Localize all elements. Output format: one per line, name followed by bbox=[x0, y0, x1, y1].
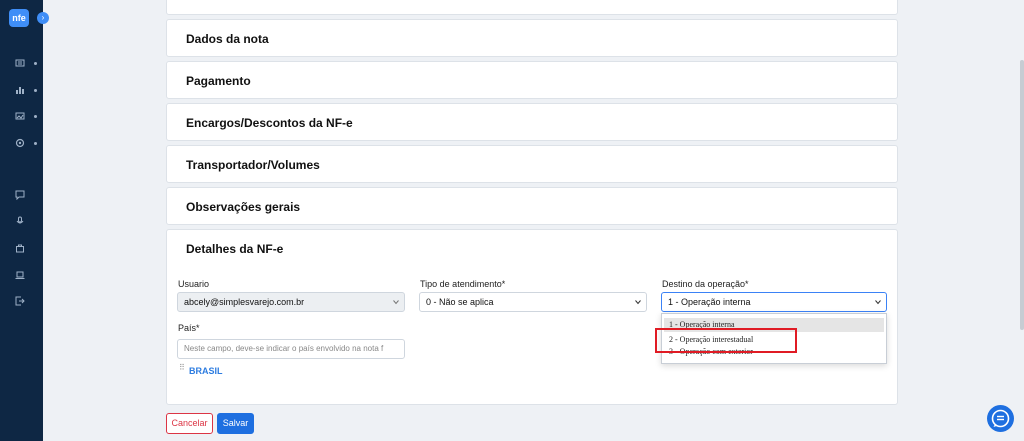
tipo-atendimento-label: Tipo de atendimento* bbox=[420, 279, 506, 289]
sidebar-toggle-button[interactable]: › bbox=[37, 12, 49, 24]
destino-operacao-label: Destino da operação* bbox=[662, 279, 749, 289]
save-button[interactable]: Salvar bbox=[217, 413, 254, 434]
nav-dot bbox=[34, 142, 37, 145]
pais-selected-tag[interactable]: BRASIL bbox=[189, 366, 223, 376]
usuario-select[interactable]: abcely@simplesvarejo.com.br bbox=[177, 292, 405, 312]
section-title: Encargos/Descontos da NF-e bbox=[186, 116, 353, 130]
cancel-button[interactable]: Cancelar bbox=[166, 413, 213, 434]
section-title: Pagamento bbox=[186, 74, 251, 88]
settings-icon[interactable] bbox=[15, 138, 25, 148]
destino-operacao-value: 1 - Operação interna bbox=[668, 297, 751, 307]
scrollbar-thumb[interactable] bbox=[1020, 60, 1024, 330]
section-pagamento[interactable]: Pagamento bbox=[166, 61, 898, 99]
usuario-label: Usuario bbox=[178, 279, 210, 289]
microphone-icon[interactable] bbox=[15, 216, 25, 226]
sidebar: nfe bbox=[0, 0, 43, 441]
destino-operacao-select[interactable]: 1 - Operação interna bbox=[661, 292, 887, 312]
chart-icon[interactable] bbox=[15, 85, 25, 95]
message-icon[interactable] bbox=[15, 190, 25, 200]
section-title: Dados da nota bbox=[186, 32, 269, 46]
section-title: Observações gerais bbox=[186, 200, 301, 214]
section-transportador-volumes[interactable]: Transportador/Volumes bbox=[166, 145, 898, 183]
tipo-atendimento-select[interactable]: 0 - Não se aplica bbox=[419, 292, 647, 312]
list-icon[interactable] bbox=[15, 58, 25, 68]
section-title[interactable]: Detalhes da NF-e bbox=[186, 242, 283, 256]
usuario-value: abcely@simplesvarejo.com.br bbox=[184, 297, 305, 307]
tipo-atendimento-value: 0 - Não se aplica bbox=[426, 297, 494, 307]
section-observacoes-gerais[interactable]: Observações gerais bbox=[166, 187, 898, 225]
nav-dot bbox=[34, 115, 37, 118]
section-top-collapsed[interactable] bbox=[166, 0, 898, 15]
highlight-box bbox=[655, 328, 797, 353]
pin-icon: ⠿ bbox=[179, 363, 185, 372]
pais-input[interactable]: Neste campo, deve-se indicar o país envo… bbox=[177, 339, 405, 359]
section-title: Transportador/Volumes bbox=[186, 158, 320, 172]
pais-label: País* bbox=[178, 323, 200, 333]
chat-icon[interactable] bbox=[987, 405, 1014, 432]
chevron-down-icon bbox=[875, 299, 881, 305]
bag-icon[interactable] bbox=[15, 243, 25, 253]
image-icon[interactable] bbox=[15, 111, 25, 121]
laptop-icon[interactable] bbox=[15, 270, 25, 280]
chevron-down-icon bbox=[635, 299, 641, 305]
chevron-down-icon bbox=[393, 299, 399, 305]
logout-icon[interactable] bbox=[15, 296, 25, 306]
nfe-logo[interactable]: nfe bbox=[9, 9, 29, 27]
nav-dot bbox=[34, 89, 37, 92]
section-encargos-descontos[interactable]: Encargos/Descontos da NF-e bbox=[166, 103, 898, 141]
nav-dot bbox=[34, 62, 37, 65]
section-dados-da-nota[interactable]: Dados da nota bbox=[166, 19, 898, 57]
